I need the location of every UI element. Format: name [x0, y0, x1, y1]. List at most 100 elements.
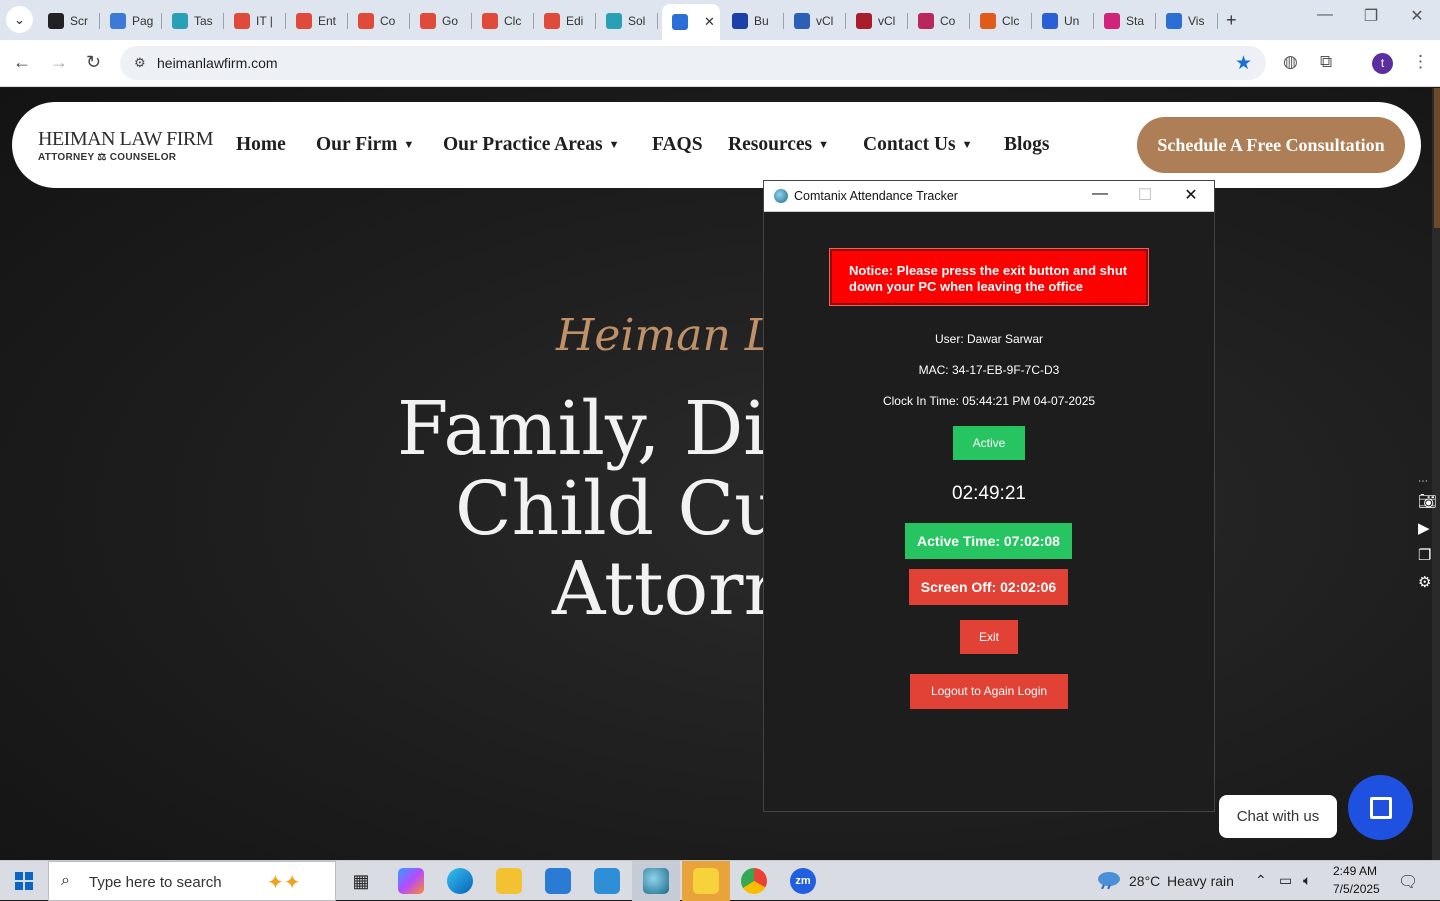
browser-tab[interactable]: Ent [286, 6, 348, 36]
chevron-up-icon[interactable]: ⌃ [1255, 872, 1267, 889]
browser-tab[interactable]: Clc [970, 6, 1032, 36]
browser-tab[interactable]: IT | [224, 6, 286, 36]
mail-icon[interactable] [594, 868, 620, 894]
rain-cloud-icon[interactable] [1096, 871, 1122, 889]
minimize-icon: — [1317, 6, 1333, 23]
video-icon[interactable]: ▶ [1418, 519, 1430, 537]
weather-temperature[interactable]: 28°C [1129, 873, 1160, 889]
browser-tab[interactable]: Vis [1156, 6, 1218, 36]
tab-favicon-icon [172, 13, 188, 29]
copilot-app-icon[interactable] [398, 868, 424, 894]
tracker-maximize-button[interactable]: ☐ [1130, 185, 1160, 205]
active-time-badge: Active Time: 07:02:08 [905, 523, 1072, 559]
status-active-badge[interactable]: Active [953, 426, 1025, 460]
nav-link-label: Contact Us [863, 134, 956, 155]
network-icon[interactable]: ▭ [1279, 872, 1292, 889]
chat-with-us-label[interactable]: Chat with us [1219, 795, 1337, 838]
mac-address-label: MAC: 34-17-EB-9F-7C-D3 [918, 363, 1060, 377]
copilot-spark-icon: ✦✦ [267, 872, 301, 894]
browser-tab[interactable]: vCl [846, 6, 908, 36]
browser-tab[interactable]: Edi [534, 6, 596, 36]
browser-tab[interactable]: Pag [100, 6, 162, 36]
zoom-app-icon[interactable]: zm [790, 868, 816, 894]
browser-tab[interactable]: Co [908, 6, 970, 36]
nav-link-home[interactable]: Home [236, 134, 286, 156]
schedule-consultation-button[interactable]: Schedule A Free Consultation [1137, 117, 1405, 173]
gear-icon[interactable]: ⚙ [1418, 573, 1431, 591]
chrome-browser-icon[interactable] [741, 868, 767, 894]
start-button[interactable] [0, 861, 48, 901]
browser-tab[interactable]: Tas [162, 6, 224, 36]
notifications-icon[interactable]: 🗨︎ [1398, 872, 1418, 892]
tab-label: Bu [754, 14, 769, 28]
nav-link-contact-us[interactable]: Contact Us ▼ [863, 134, 973, 156]
translate-icon[interactable]: ◍ [1283, 52, 1298, 72]
profile-avatar[interactable]: t [1372, 53, 1393, 74]
taskbar-clock-time[interactable]: 2:49 AM [1333, 864, 1377, 878]
sticky-notes-icon[interactable] [693, 868, 719, 894]
browser-tab[interactable]: Sol [596, 6, 658, 36]
address-bar[interactable]: ⚙ heimanlawfirm.com ★ [120, 46, 1266, 80]
browser-tab[interactable]: vCl [784, 6, 846, 36]
volume-icon[interactable]: 🔈︎ [1303, 872, 1311, 889]
capture-side-toolbar: ⋯ 📷︎ ▶ ❐ ⚙ [1414, 474, 1440, 600]
hero-headline-line: Family, Div [397, 386, 809, 472]
search-placeholder: Type here to search [89, 874, 222, 891]
copy-icon[interactable]: ❐ [1418, 546, 1431, 564]
site-logo[interactable]: HEIMAN LAW FIRM ATTORNEY ⚖ COUNSELOR [38, 128, 213, 163]
more-icon[interactable]: ⋯ [1418, 476, 1428, 487]
nav-link-our-practice-areas[interactable]: Our Practice Areas ▼ [443, 134, 619, 156]
browser-tab[interactable]: Co [348, 6, 410, 36]
logo-tagline: ATTORNEY ⚖ COUNSELOR [38, 152, 177, 163]
attendance-tracker-taskbar-icon[interactable] [643, 868, 669, 894]
back-button[interactable]: ← [13, 52, 31, 73]
camera-icon[interactable]: 📷︎ [1418, 492, 1437, 510]
extensions-icon[interactable]: ⧉ [1320, 52, 1332, 72]
close-window-button[interactable]: ✕ [1397, 6, 1437, 26]
nav-link-resources[interactable]: Resources ▼ [728, 134, 829, 156]
minimize-window-button[interactable]: — [1305, 6, 1345, 24]
browser-tab[interactable]: Un [1032, 6, 1094, 36]
reload-button[interactable]: ↻ [86, 52, 101, 73]
browser-tab-active[interactable]: ✕ [662, 4, 720, 40]
menu-kebab-icon[interactable]: ⋮ [1412, 52, 1429, 72]
file-explorer-icon[interactable] [496, 868, 522, 894]
tab-favicon-icon [234, 13, 250, 29]
browser-tab[interactable]: Go [410, 6, 472, 36]
tracker-close-button[interactable]: ✕ [1176, 185, 1206, 205]
tab-label: Edi [566, 14, 584, 28]
tab-favicon-icon [856, 13, 872, 29]
logout-button[interactable]: Logout to Again Login [910, 674, 1068, 709]
new-tab-button[interactable]: + [1226, 10, 1237, 31]
url-text[interactable]: heimanlawfirm.com [157, 55, 278, 71]
chat-launcher-button[interactable] [1348, 775, 1413, 840]
browser-tab[interactable]: Scr [38, 6, 100, 36]
browser-tab[interactable]: Sta [1094, 6, 1156, 36]
tab-search-button[interactable]: ⌄ [6, 6, 33, 33]
weather-condition[interactable]: Heavy rain [1167, 873, 1234, 889]
bookmark-star-icon[interactable]: ★ [1235, 52, 1252, 75]
restore-window-button[interactable]: ❐ [1351, 6, 1391, 26]
tab-separator [657, 13, 658, 29]
site-info-icon[interactable]: ⚙ [134, 55, 146, 71]
close-tab-icon[interactable]: ✕ [704, 14, 715, 30]
edge-browser-icon[interactable] [447, 868, 473, 894]
caret-down-icon: ▼ [818, 139, 830, 151]
microsoft-store-icon[interactable] [545, 868, 571, 894]
forward-button[interactable]: → [50, 52, 68, 73]
taskbar-clock-date[interactable]: 7/5/2025 [1333, 882, 1380, 896]
tracker-title-bar[interactable]: Comtanix Attendance Tracker — ☐ ✕ [764, 181, 1214, 212]
site-header: HEIMAN LAW FIRM ATTORNEY ⚖ COUNSELOR Hom… [12, 102, 1421, 188]
browser-tab[interactable]: Bu [722, 6, 784, 36]
page-scrollbar-thumb[interactable] [1434, 88, 1440, 228]
exit-button[interactable]: Exit [960, 620, 1018, 654]
browser-tab[interactable]: Clc [472, 6, 534, 36]
taskbar-search-box[interactable]: ⌕ Type here to search ✦✦ [48, 861, 336, 901]
tracker-minimize-button[interactable]: — [1085, 185, 1115, 203]
task-view-icon[interactable]: ▦ [348, 868, 374, 894]
nav-link-faqs[interactable]: FAQS [652, 134, 703, 156]
hero-headline-line: Child Cu [455, 466, 782, 552]
tab-label: Co [940, 14, 956, 28]
nav-link-blogs[interactable]: Blogs [1004, 134, 1050, 156]
nav-link-our-firm[interactable]: Our Firm ▼ [316, 134, 414, 156]
